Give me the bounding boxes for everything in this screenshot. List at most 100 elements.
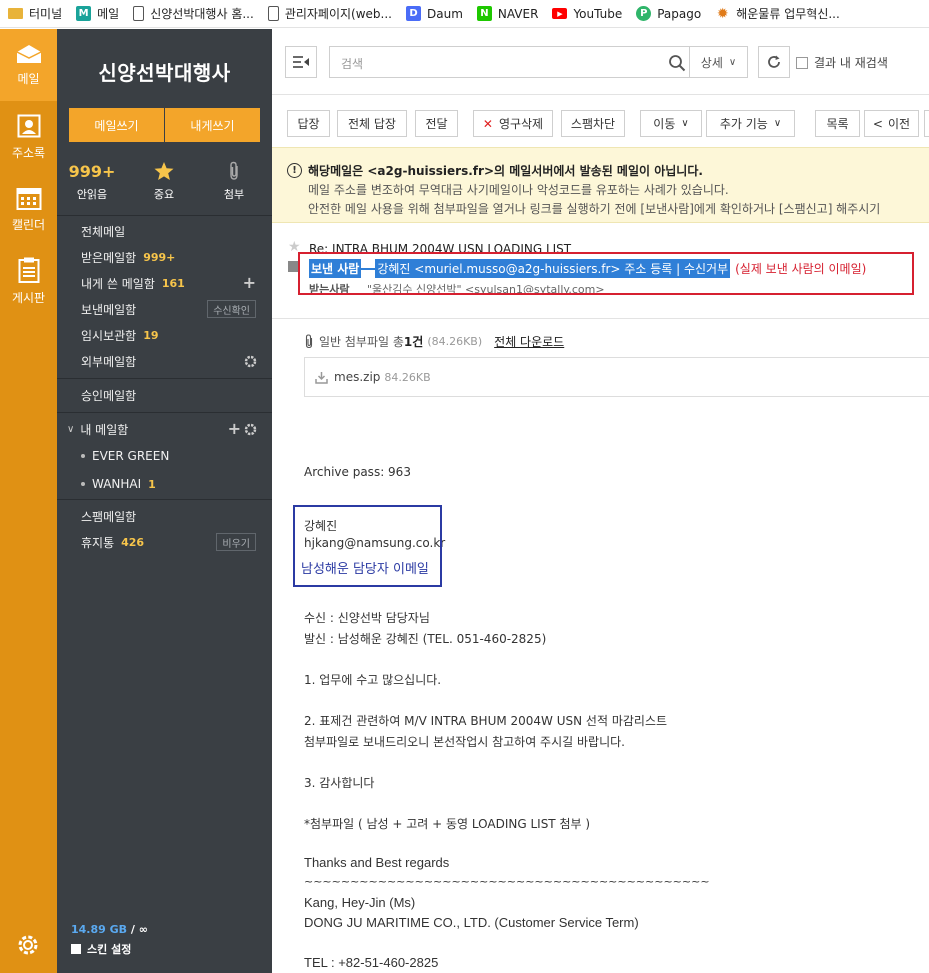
bookmark-admin-page[interactable]: 관리자페이지(web... [267, 5, 392, 22]
wanhai-count: 1 [148, 477, 156, 491]
folder-spam[interactable]: 스팸메일함 [81, 507, 136, 525]
naver-icon: N [476, 6, 492, 21]
search-bar: 검색 상세 ∨ 결과 내 재검색 [272, 29, 929, 95]
compose-button[interactable]: 메일쓰기 [69, 108, 164, 142]
bookmark-mail[interactable]: M 메일 [76, 5, 119, 22]
search-detail-select[interactable]: 상세 ∨ [689, 47, 747, 77]
body-tilde: ~~~~~~~~~~~~~~~~~~~~~~~~~~~~~~~~~~~~~~~~… [304, 875, 710, 888]
folder-all[interactable]: 전체메일 [81, 222, 125, 240]
folder-drafts[interactable]: 임시보관함 19 [81, 326, 159, 344]
mail-icon [16, 44, 41, 63]
rail-mail[interactable]: 메일 [0, 29, 57, 101]
mail-header: ★ Re: INTRA BHUM 2004W USN LOADING LIST … [272, 223, 929, 319]
trash-count: 426 [121, 535, 145, 549]
body-company: DONG JU MARITIME CO., LTD. (Customer Ser… [304, 915, 639, 930]
body-p2a: 2. 표제건 관련하여 M/V INTRA BHUM 2004W USN 선적 … [304, 714, 668, 728]
list-button[interactable]: 목록 [815, 110, 860, 137]
download-icon [315, 371, 328, 384]
bookmark-naver[interactable]: N NAVER [476, 6, 538, 21]
search-icon[interactable] [668, 54, 686, 72]
gear-icon[interactable] [14, 931, 42, 959]
body-name: Kang, Hey-Jin (Ms) [304, 895, 416, 910]
more-button[interactable]: 추가 기능 ∨ [706, 110, 795, 137]
bookmark-terminal[interactable]: 터미널 [8, 5, 62, 22]
skin-settings[interactable]: 스킨 설정 [71, 941, 131, 957]
body-p1: 1. 업무에 수고 많으십니다. [304, 673, 442, 687]
download-all-link[interactable]: 전체 다운로드 [494, 333, 564, 350]
empty-trash-button[interactable]: 비우기 [216, 533, 256, 551]
gear-icon[interactable] [244, 423, 257, 436]
bookmark-youtube[interactable]: ▶ YouTube [552, 7, 622, 21]
refresh-icon [768, 55, 780, 68]
bookmark-daum[interactable]: D Daum [406, 6, 463, 21]
divider [57, 378, 272, 379]
stat-attachment[interactable]: 첨부 [199, 160, 269, 202]
body-thanks: Thanks and Best regards [304, 855, 450, 870]
mail-sidebar: 신양선박대행사 메일쓰기 내게쓰기 999+ 안읽음 중요 첨부 전체메일 받은… [57, 29, 272, 973]
folder-icon [8, 8, 23, 19]
archive-pass: Archive pass: 963 [304, 465, 411, 479]
gear-icon[interactable] [244, 355, 257, 368]
bookmark-shipping[interactable]: ✹ 해운물류 업무혁신... [715, 5, 840, 22]
self-count: 161 [161, 276, 185, 290]
receipt-button[interactable]: 수신확인 [207, 300, 256, 318]
page-icon [133, 6, 145, 21]
chevron-left-icon: < [872, 116, 883, 131]
next-button[interactable] [924, 110, 929, 137]
search-within-checkbox[interactable] [796, 56, 808, 69]
attachment-summary: 일반 첨부파일 총 1건 (84.26KB) 전체 다운로드 [304, 333, 564, 350]
delete-permanent-button[interactable]: ✕ 영구삭제 [473, 110, 553, 137]
rail-contacts[interactable]: 주소록 [0, 101, 57, 173]
drafts-count: 19 [143, 328, 159, 342]
divider [57, 499, 272, 500]
bookmark-papago[interactable]: P Papago [636, 6, 701, 21]
mail-stats: 999+ 안읽음 중요 첨부 [57, 160, 272, 210]
papago-icon: P [636, 6, 652, 21]
folder-trash[interactable]: 휴지통 426 [81, 533, 144, 551]
refresh-button[interactable] [758, 46, 790, 78]
body-to: 수신 : 신양선박 담당자님 [304, 611, 430, 625]
chevron-down-icon: ∨ [681, 118, 689, 129]
rail-board[interactable]: 게시판 [0, 245, 57, 317]
clipboard-icon [18, 257, 39, 283]
chevron-down-icon: ∨ [728, 56, 737, 68]
reply-button[interactable]: 답장 [287, 110, 330, 137]
add-icon[interactable]: + [243, 273, 256, 292]
folder-external[interactable]: 외부메일함 [81, 352, 136, 370]
inbox-count: 999+ [143, 250, 176, 264]
highlight-box-blue [293, 505, 442, 587]
calendar-icon [16, 187, 41, 210]
add-icon[interactable]: + [228, 419, 241, 438]
bookmark-shinyang-home[interactable]: 신양선박대행사 홈... [133, 5, 254, 22]
my-mailbox-header[interactable]: ∨ 내 메일함 [67, 420, 128, 438]
page-icon [267, 6, 279, 21]
reply-all-button[interactable]: 전체 답장 [337, 110, 407, 137]
stat-unread[interactable]: 999+ 안읽음 [57, 160, 127, 202]
block-spam-button[interactable]: 스팸차단 [561, 110, 625, 137]
body-p4: *첨부파일 ( 남성 + 고려 + 동영 LOADING LIST 첨부 ) [304, 817, 591, 831]
youtube-icon: ▶ [552, 8, 568, 19]
folder-inbox[interactable]: 받은메일함 999+ [81, 248, 175, 266]
stat-important[interactable]: 중요 [129, 160, 199, 202]
compose-self-button[interactable]: 내게쓰기 [165, 108, 260, 142]
prev-button[interactable]: < 이전 [864, 110, 919, 137]
list-toggle-button[interactable] [285, 46, 317, 78]
folder-approval[interactable]: 승인메일함 [81, 386, 136, 404]
search-input[interactable]: 검색 상세 ∨ [329, 46, 748, 78]
daum-icon: D [406, 6, 421, 21]
skin-icon [71, 944, 81, 954]
highlight-box-red [298, 252, 914, 295]
move-button[interactable]: 이동 ∨ [640, 110, 702, 137]
storage-usage: 14.89 GB / ∞ [71, 923, 148, 936]
subfolder-wanhai[interactable]: WANHAI 1 [81, 475, 156, 493]
attachment-item[interactable]: mes.zip 84.26KB [304, 357, 929, 397]
subfolder-evergreen[interactable]: EVER GREEN [81, 447, 169, 465]
rail-calendar[interactable]: 캘린더 [0, 173, 57, 245]
folder-sent[interactable]: 보낸메일함 [81, 300, 136, 318]
app-rail: 메일 주소록 캘린더 게시판 [0, 29, 57, 973]
search-within-results[interactable]: 결과 내 재검색 [796, 54, 888, 71]
brand-title: 신양선박대행사 [98, 61, 231, 85]
spoofing-warning: ! 해당메일은 <a2g-huissiers.fr>의 메일서버에서 발송된 메… [272, 147, 929, 223]
forward-button[interactable]: 전달 [415, 110, 458, 137]
folder-self[interactable]: 내게 쓴 메일함 161 [81, 274, 185, 292]
